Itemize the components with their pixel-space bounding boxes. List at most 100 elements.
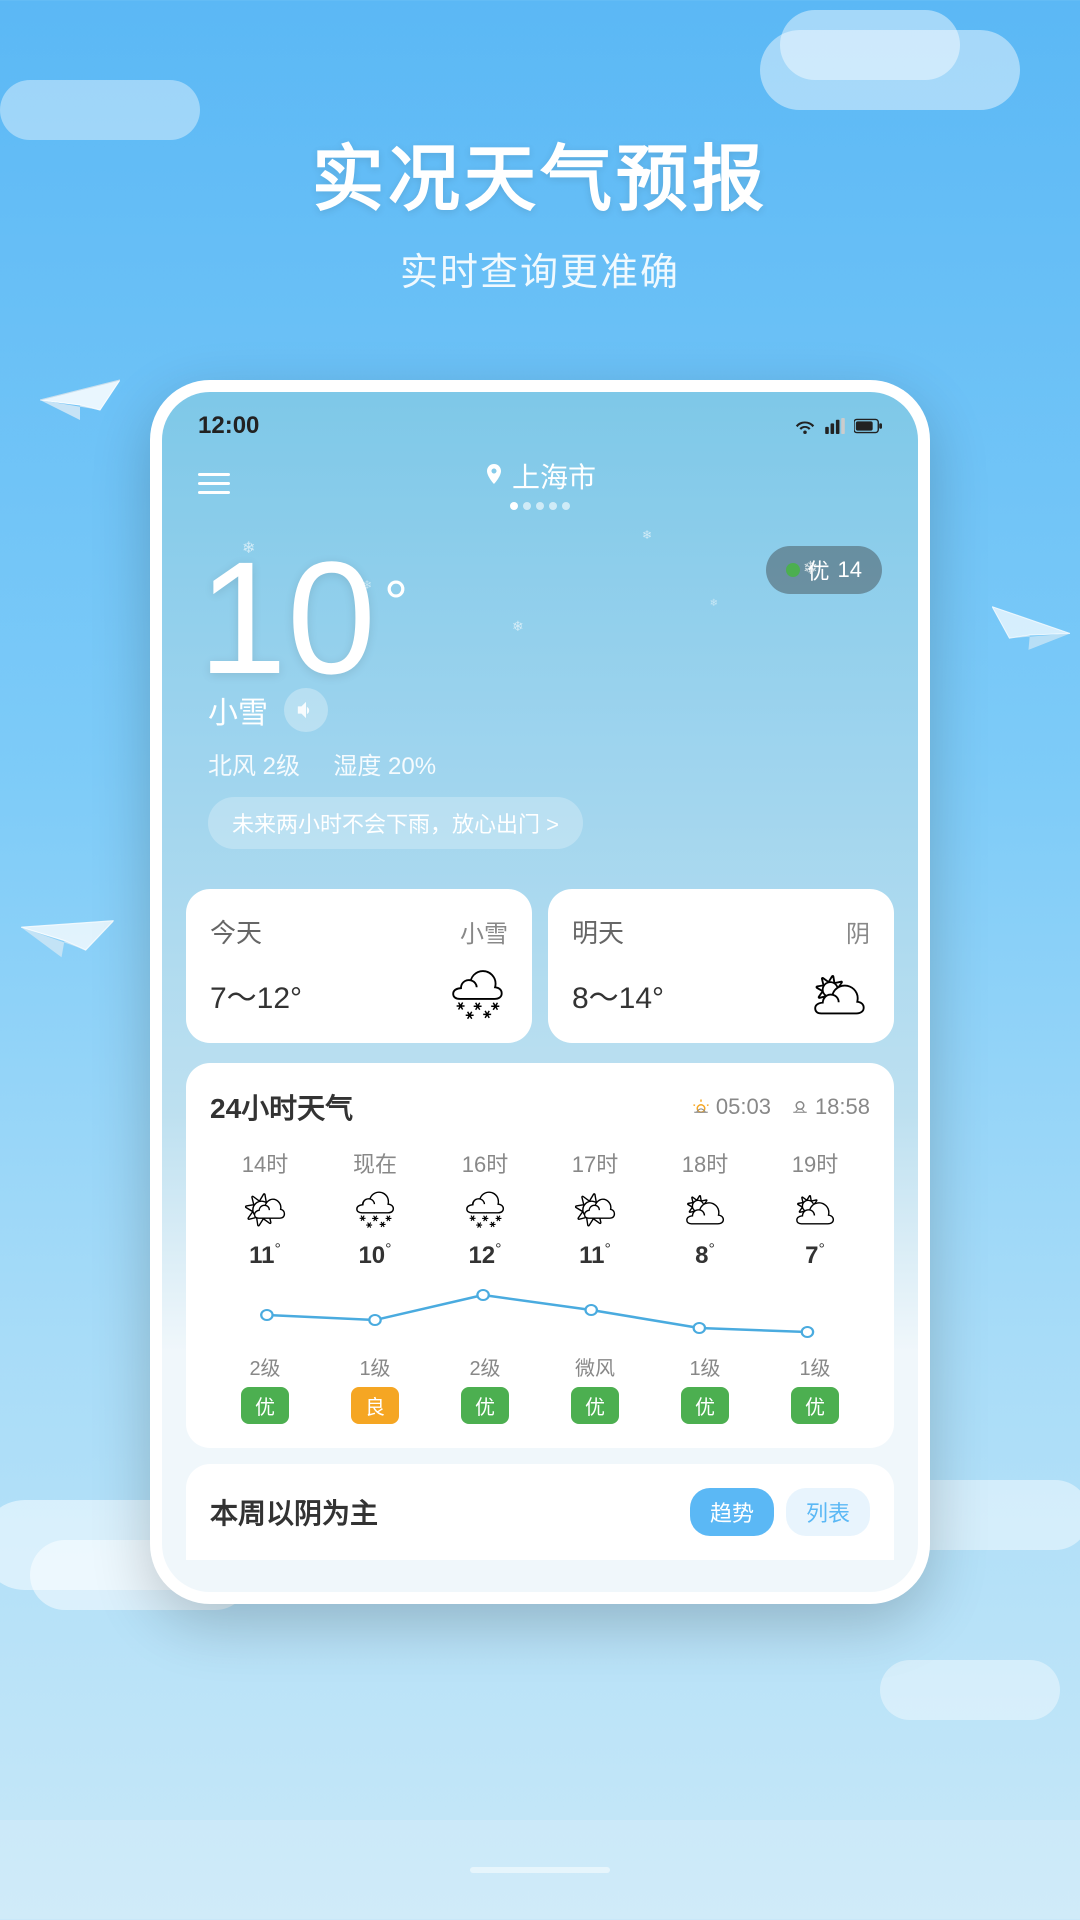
tomorrow-label: 明天	[572, 913, 624, 950]
hour-temp: 7°	[805, 1241, 825, 1270]
phone-screen: 12:00 上海市	[162, 392, 918, 1592]
hour-item: 14时 🌤 11°	[210, 1147, 320, 1270]
aqi-tag: 优	[571, 1387, 619, 1424]
hour-temp: 12°	[468, 1241, 501, 1270]
hour-weather-icon: 🌨	[462, 1189, 508, 1231]
home-indicator	[470, 1867, 610, 1873]
aqi-tag: 优	[681, 1387, 729, 1424]
aqi-tag: 优	[791, 1387, 839, 1424]
hour-temp: 11°	[249, 1241, 281, 1270]
status-bar: 12:00	[162, 392, 918, 440]
bottom-bar	[0, 1820, 1080, 1920]
today-card[interactable]: 今天 小雪 7～12° 🌨	[186, 889, 532, 1043]
hour-wind-row: 2级 优 1级 良 2级 优 微风 优 1级 优 1级 优	[210, 1352, 870, 1424]
hour-label: 16时	[462, 1147, 508, 1179]
weekly-header: 本周以阴为主 趋势 列表	[210, 1488, 870, 1536]
sunset-icon	[791, 1098, 809, 1116]
wind-level: 2级	[249, 1352, 280, 1381]
today-temp: 7～12°	[210, 973, 302, 1017]
hour-temp: 11°	[579, 1241, 611, 1270]
tomorrow-card[interactable]: 明天 阴 8～14° 🌥	[548, 889, 894, 1043]
weekly-title: 本周以阴为主	[210, 1492, 378, 1532]
sunrise-icon	[692, 1098, 710, 1116]
tomorrow-weather: 阴	[846, 914, 870, 949]
title-area: 实况天气预报 实时查询更准确	[0, 0, 1080, 296]
phone-header: 上海市	[162, 440, 918, 518]
main-title: 实况天气预报	[0, 120, 1080, 225]
hour-weather-icon: 🌥	[682, 1189, 728, 1231]
hour-weather-icon: 🌤	[572, 1189, 618, 1231]
tomorrow-temp: 8～14°	[572, 973, 664, 1017]
sunrise: 05:03	[692, 1094, 771, 1120]
temp-chart	[210, 1280, 870, 1340]
wind-item: 2级 优	[210, 1352, 320, 1424]
speaker-icon	[295, 700, 317, 720]
bg-cloud-5	[880, 1660, 1060, 1720]
battery-icon	[854, 418, 882, 434]
wind-item: 1级 优	[650, 1352, 760, 1424]
wifi-icon	[794, 418, 816, 434]
wind-level: 1级	[689, 1352, 720, 1381]
weekly-card: 本周以阴为主 趋势 列表	[186, 1464, 894, 1560]
sunset: 18:58	[791, 1094, 870, 1120]
temperature-degree: °	[384, 568, 408, 637]
sound-button[interactable]	[284, 688, 328, 732]
today-weather-icon: 🌨	[447, 966, 508, 1023]
hour-item: 18时 🌥 8°	[650, 1147, 760, 1270]
weather-description: 小雪	[198, 688, 882, 732]
status-icons	[794, 418, 882, 434]
paper-plane-2	[14, 893, 116, 982]
today-label: 今天	[210, 913, 262, 950]
location-pin-icon	[484, 464, 504, 488]
aqi-badge: 优 14	[766, 546, 883, 594]
hour-weather-icon: 🌨	[352, 1189, 398, 1231]
hours-card: 24小时天气 05:03 18:58 14时	[186, 1063, 894, 1448]
aqi-tag: 优	[461, 1387, 509, 1424]
aqi-tag: 优	[241, 1387, 289, 1424]
hour-label: 19时	[792, 1147, 838, 1179]
hour-item: 现在 🌨 10°	[320, 1147, 430, 1270]
phone-mockup: 12:00 上海市	[150, 380, 930, 1604]
hour-label: 18时	[682, 1147, 728, 1179]
temperature-number: 10	[198, 538, 376, 698]
hours-header: 24小时天气 05:03 18:58	[210, 1087, 870, 1127]
hour-temp: 8°	[695, 1241, 715, 1270]
paper-plane-1	[40, 370, 120, 435]
day-cards: 今天 小雪 7～12° 🌨 明天 阴 8～14° 🌥	[162, 869, 918, 1063]
aqi-dot	[786, 563, 800, 577]
wind-item: 1级 优	[760, 1352, 870, 1424]
sunrise-sunset: 05:03 18:58	[692, 1094, 870, 1120]
wind-level: 1级	[799, 1352, 830, 1381]
location-dots	[484, 502, 596, 510]
wind-humidity: 北风 2级 湿度 20%	[198, 746, 882, 781]
paper-plane-3	[987, 597, 1072, 669]
tab-trend[interactable]: 趋势	[690, 1488, 774, 1536]
hours-row: 14时 🌤 11° 现在 🌨 10° 16时 🌨 12° 17时 🌤 11° 1…	[210, 1147, 870, 1280]
wind-level: 微风	[575, 1352, 615, 1381]
status-time: 12:00	[198, 412, 259, 440]
tomorrow-weather-icon: 🌥	[809, 966, 870, 1023]
location-area[interactable]: 上海市	[484, 456, 596, 510]
hour-label: 14时	[242, 1147, 288, 1179]
wind-item: 1级 良	[320, 1352, 430, 1424]
hour-item: 16时 🌨 12°	[430, 1147, 540, 1270]
weekly-tabs: 趋势 列表	[690, 1488, 870, 1536]
hour-weather-icon: 🌤	[242, 1189, 288, 1231]
hour-item: 17时 🌤 11°	[540, 1147, 650, 1270]
forecast-tip[interactable]: 未来两小时不会下雨，放心出门	[208, 797, 583, 849]
weather-type-text: 小雪	[208, 688, 268, 732]
aqi-tag: 良	[351, 1387, 399, 1424]
menu-icon[interactable]	[198, 473, 230, 494]
hours-title: 24小时天气	[210, 1087, 353, 1127]
wind-level: 1级	[359, 1352, 390, 1381]
wind-level: 2级	[469, 1352, 500, 1381]
today-weather: 小雪	[460, 914, 508, 949]
signal-icon	[824, 418, 846, 434]
phone-frame: 12:00 上海市	[150, 380, 930, 1604]
wind-item: 微风 优	[540, 1352, 650, 1424]
hour-label: 现在	[353, 1147, 397, 1179]
hour-temp: 10°	[358, 1241, 391, 1270]
tab-list[interactable]: 列表	[786, 1488, 870, 1536]
hour-weather-icon: 🌥	[792, 1189, 838, 1231]
wind-item: 2级 优	[430, 1352, 540, 1424]
